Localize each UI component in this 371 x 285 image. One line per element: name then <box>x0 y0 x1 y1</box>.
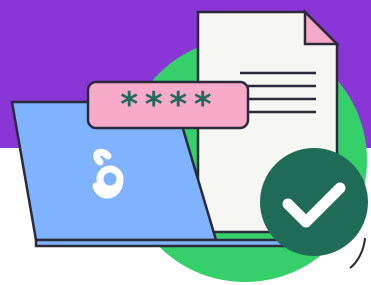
illustration-canvas <box>0 0 371 282</box>
password-mask-text: **** <box>119 85 217 125</box>
checkmark-icon <box>260 148 368 256</box>
secure-password-illustration: **** <box>0 0 371 285</box>
decorative-arc <box>349 237 366 269</box>
